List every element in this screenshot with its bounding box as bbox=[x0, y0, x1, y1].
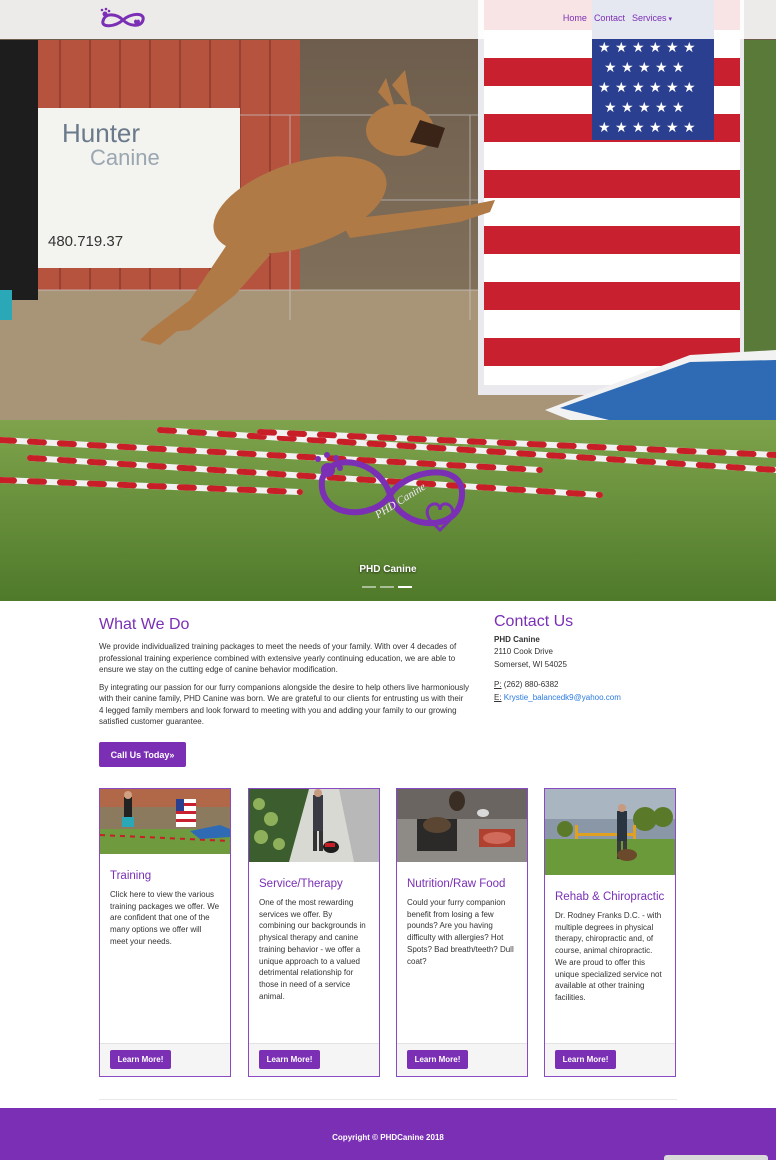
svg-text:★ ★ ★ ★ ★: ★ ★ ★ ★ ★ bbox=[604, 60, 685, 76]
carousel-indicator-2[interactable] bbox=[380, 586, 394, 588]
carousel-indicator-1[interactable] bbox=[362, 586, 376, 588]
contact-address-2: Somerset, WI 54025 bbox=[494, 659, 567, 669]
card-rehab-chiropractic-footer: Learn More! bbox=[545, 1043, 675, 1076]
service-therapy-learn-more-button[interactable]: Learn More! bbox=[259, 1050, 320, 1069]
card-training-text: Click here to view the various training … bbox=[110, 890, 220, 946]
svg-text:★ ★ ★ ★ ★ ★: ★ ★ ★ ★ ★ ★ bbox=[598, 120, 696, 136]
card-nutrition-raw-food-title: Nutrition/Raw Food bbox=[407, 878, 506, 890]
svg-text:★ ★ ★ ★ ★ ★: ★ ★ ★ ★ ★ ★ bbox=[598, 80, 696, 96]
card-training: Training Click here to view the various … bbox=[99, 788, 231, 1077]
rehab-learn-more-button[interactable]: Learn More! bbox=[555, 1050, 616, 1069]
phone-label: P: bbox=[494, 680, 502, 689]
card-rehab-chiropractic-text: Dr. Rodney Franks D.C. - with multiple d… bbox=[555, 911, 662, 1002]
contact-email-row: E: Krystie_balancedk9@yahoo.com bbox=[494, 692, 684, 705]
page-footer: Copyright © PHDCanine 2018 bbox=[0, 1108, 776, 1160]
training-learn-more-button[interactable]: Learn More! bbox=[110, 1050, 171, 1069]
contact-name: PHD Canine bbox=[494, 634, 540, 644]
corner-widget-tab[interactable] bbox=[664, 1155, 768, 1160]
training-image bbox=[99, 789, 231, 854]
what-we-do-paragraph-1: We provide individualized training packa… bbox=[99, 642, 457, 674]
hero-carousel[interactable]: Hunter Canine 480.719.37 ★ ★ ★ ★ ★ ★ ★ ★… bbox=[0, 0, 776, 601]
contact-phone: (262) 880-6382 bbox=[503, 680, 559, 689]
card-training-title: Training bbox=[110, 870, 152, 882]
what-we-do-title: What We Do bbox=[99, 616, 190, 633]
what-we-do-paragraph-2: By integrating our passion for our furry… bbox=[99, 682, 469, 727]
card-rehab-chiropractic-title: Rehab & Chiropractic bbox=[555, 891, 665, 903]
nav-home-link[interactable]: Home bbox=[563, 13, 587, 23]
card-nutrition-raw-food: Nutrition/Raw Food Could your furry comp… bbox=[396, 788, 528, 1077]
svg-text:480.719.37: 480.719.37 bbox=[48, 233, 123, 250]
svg-text:★ ★ ★ ★ ★ ★: ★ ★ ★ ★ ★ ★ bbox=[598, 40, 696, 56]
card-service-therapy-text: One of the most rewarding services we of… bbox=[259, 898, 366, 1001]
nav-contact-link[interactable]: Contact bbox=[594, 13, 625, 23]
rehab-chiropractic-image bbox=[545, 789, 675, 875]
carousel-indicators bbox=[362, 586, 412, 588]
phd-canine-logo-icon[interactable] bbox=[99, 6, 147, 32]
content-divider bbox=[99, 1099, 677, 1100]
nav-links: Home Contact Services ▾ bbox=[563, 13, 672, 23]
top-navbar: Home Contact Services ▾ bbox=[0, 0, 776, 39]
svg-text:Canine: Canine bbox=[90, 145, 160, 170]
email-label: E: bbox=[494, 692, 502, 702]
card-service-therapy-footer: Learn More! bbox=[249, 1043, 379, 1076]
nutrition-raw-food-image bbox=[397, 789, 527, 862]
card-training-footer: Learn More! bbox=[100, 1043, 230, 1076]
contact-phone-row: P: (262) 880-6382 bbox=[494, 679, 684, 692]
nav-services-dropdown[interactable]: Services ▾ bbox=[632, 13, 672, 23]
chevron-down-icon: ▾ bbox=[668, 16, 672, 23]
footer-copyright: Copyright © PHDCanine 2018 bbox=[332, 1133, 444, 1142]
call-us-today-button[interactable]: Call Us Today» bbox=[99, 742, 186, 767]
service-therapy-image bbox=[249, 789, 379, 862]
carousel-indicator-3[interactable] bbox=[398, 586, 412, 588]
card-nutrition-raw-food-text: Could your furry companion benefit from … bbox=[407, 898, 514, 966]
card-service-therapy-title: Service/Therapy bbox=[259, 878, 343, 890]
what-we-do-section: What We Do We provide individualized tra… bbox=[99, 616, 469, 728]
contact-address-1: 2110 Cook Drive bbox=[494, 647, 553, 656]
contact-section: Contact Us PHD Canine 2110 Cook Drive So… bbox=[494, 613, 684, 705]
svg-text:Hunter: Hunter bbox=[62, 118, 140, 148]
contact-title: Contact Us bbox=[494, 613, 574, 630]
svg-text:★ ★ ★ ★ ★: ★ ★ ★ ★ ★ bbox=[604, 100, 685, 116]
nutrition-learn-more-button[interactable]: Learn More! bbox=[407, 1050, 468, 1069]
card-rehab-chiropractic: Rehab & Chiropractic Dr. Rodney Franks D… bbox=[544, 788, 676, 1077]
hero-image: Hunter Canine 480.719.37 ★ ★ ★ ★ ★ ★ ★ ★… bbox=[0, 0, 776, 601]
card-service-therapy: Service/Therapy One of the most rewardin… bbox=[248, 788, 380, 1077]
hero-caption: PHD Canine bbox=[359, 564, 417, 575]
nav-services-label: Services bbox=[631, 13, 667, 23]
card-nutrition-raw-food-footer: Learn More! bbox=[397, 1043, 527, 1076]
contact-email-link[interactable]: Krystie_balancedk9@yahoo.com bbox=[504, 693, 621, 702]
